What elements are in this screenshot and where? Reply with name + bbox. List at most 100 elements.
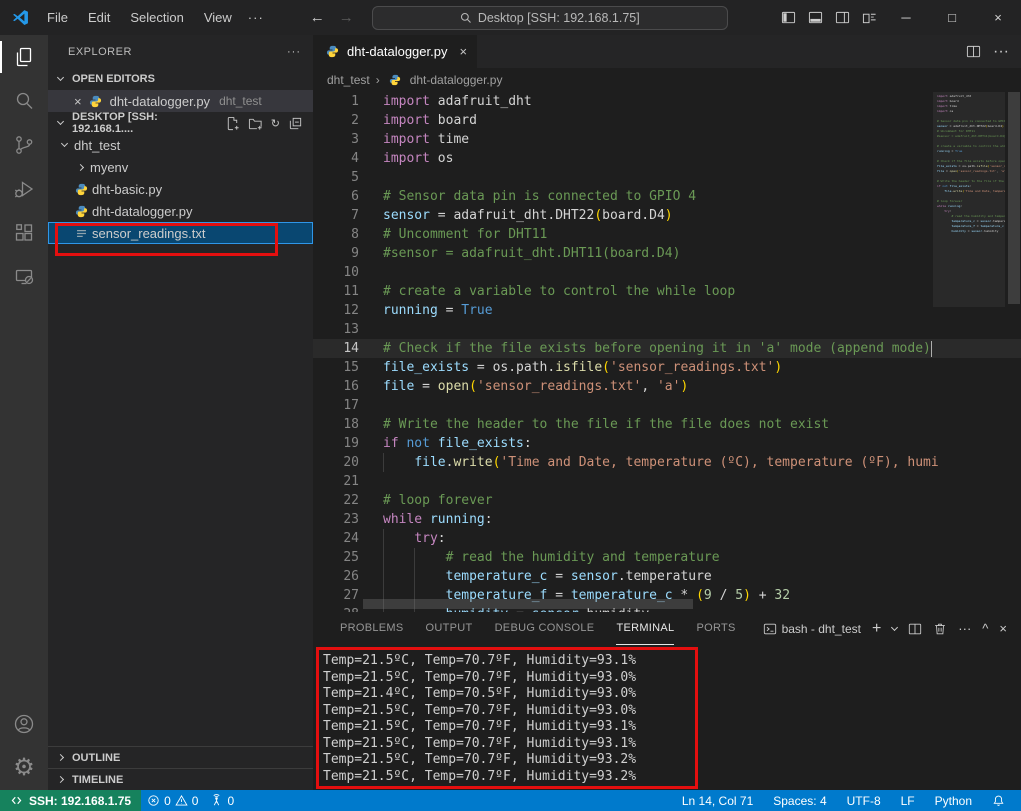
toggle-panel-icon[interactable] [802,0,829,35]
code-line-6[interactable]: 6# Sensor data pin is connected to GPIO … [313,187,1021,206]
timeline-section-header[interactable]: TIMELINE [48,768,313,790]
panel-tab-terminal[interactable]: TERMINAL [616,612,674,645]
tree-item-dht-datalogger.py[interactable]: dht-datalogger.py [48,200,313,222]
explorer-icon[interactable] [0,35,48,79]
code-line-4[interactable]: 4import os [313,149,1021,168]
code-line-14[interactable]: 14# Check if the file exists before open… [313,339,1021,358]
code-line-10[interactable]: 10 [313,263,1021,282]
breadcrumb-file[interactable]: dht-datalogger.py [410,73,503,87]
maximize-panel-icon[interactable]: ^ [982,621,988,636]
refresh-icon[interactable]: ↻ [271,116,280,131]
code-line-25[interactable]: 25 # read the humidity and temperature [313,548,1021,567]
settings-gear-icon[interactable]: ⚙ [0,746,48,790]
code-line-11[interactable]: 11# create a variable to control the whi… [313,282,1021,301]
tab-dht-datalogger[interactable]: dht-datalogger.py × [313,35,477,68]
code-line-21[interactable]: 21 [313,472,1021,491]
code-line-15[interactable]: 15file_exists = os.path.isfile('sensor_r… [313,358,1021,377]
collapse-all-icon[interactable] [288,116,303,131]
menu-view[interactable]: View [196,7,240,28]
code-line-18[interactable]: 18# Write the header to the file if the … [313,415,1021,434]
remote-explorer-icon[interactable] [0,255,48,299]
explorer-more-actions-icon[interactable]: ··· [287,46,301,58]
language-mode[interactable]: Python [929,790,978,811]
indentation[interactable]: Spaces: 4 [767,790,832,811]
tree-item-sensor_readings.txt[interactable]: sensor_readings.txt [48,222,313,244]
code-line-16[interactable]: 16file = open('sensor_readings.txt', 'a'… [313,377,1021,396]
code-line-20[interactable]: 20 file.write('Time and Date, temperatur… [313,453,1021,472]
problems-status[interactable]: 0 0 [141,790,204,811]
code-line-19[interactable]: 19if not file_exists: [313,434,1021,453]
panel-tab-ports[interactable]: PORTS [696,612,735,645]
kill-terminal-icon[interactable] [933,622,947,636]
minimap[interactable]: 1import adafruit_dht2import board3import… [933,94,1005,334]
extensions-icon[interactable] [0,211,48,255]
open-editors-header[interactable]: OPEN EDITORS [48,68,313,90]
account-icon[interactable] [0,702,48,746]
code-line-24[interactable]: 24 try: [313,529,1021,548]
terminal-output[interactable]: Temp=21.5ºC, Temp=70.7ºF, Humidity=93.1%… [313,645,1021,790]
panel-tab-output[interactable]: OUTPUT [426,612,473,645]
nav-back-button[interactable]: ← [310,9,325,26]
menu-file[interactable]: File [39,7,76,28]
terminal-instance[interactable]: bash - dht_test [763,622,861,636]
ports-status[interactable]: 0 [204,790,240,811]
new-terminal-icon[interactable]: + [872,620,881,638]
toggle-primary-sidebar-icon[interactable] [775,0,802,35]
maximize-button[interactable]: □ [929,0,975,35]
code-line-17[interactable]: 17 [313,396,1021,415]
command-center[interactable]: Desktop [SSH: 192.168.1.75] [372,6,728,30]
workspace-section-header[interactable]: DESKTOP [SSH: 192.168.1.... ↻ [48,112,313,134]
editor-more-actions-icon[interactable]: ··· [993,43,1009,61]
code-line-3[interactable]: 3import time [313,130,1021,149]
panel-tab-debug-console[interactable]: DEBUG CONSOLE [495,612,595,645]
source-control-icon[interactable] [0,123,48,167]
vertical-scrollbar[interactable] [1008,92,1020,304]
tab-close-icon[interactable]: × [459,44,467,59]
customize-layout-icon[interactable] [856,0,883,35]
code-editor[interactable]: 1import adafruit_dht2import board3import… [313,92,1021,612]
close-editor-icon[interactable]: × [74,94,82,109]
warning-count: 0 [192,794,199,808]
nav-forward-button[interactable]: → [339,9,354,26]
terminal-icon [763,622,777,636]
minimize-button[interactable]: ─ [883,0,929,35]
code-line-22[interactable]: 22# loop forever [313,491,1021,510]
code-line-9[interactable]: 9#sensor = adafruit_dht.DHT11(board.D4) [313,244,1021,263]
close-panel-icon[interactable]: × [999,621,1007,636]
code-line-13[interactable]: 13 [313,320,1021,339]
code-line-2[interactable]: 2import board [313,111,1021,130]
code-line-1[interactable]: 1import adafruit_dht [313,92,1021,111]
breadcrumb-folder[interactable]: dht_test [327,73,370,87]
tree-item-dht_test[interactable]: dht_test [48,134,313,156]
new-folder-icon[interactable] [248,116,263,131]
close-button[interactable]: × [975,0,1021,35]
tree-item-myenv[interactable]: myenv [48,156,313,178]
code-line-26[interactable]: 26 temperature_c = sensor.temperature [313,567,1021,586]
horizontal-scrollbar[interactable] [363,599,693,609]
menu-overflow-icon[interactable]: ··· [240,7,272,28]
code-line-7[interactable]: 7sensor = adafruit_dht.DHT22(board.D4) [313,206,1021,225]
split-editor-icon[interactable] [966,44,981,59]
notifications-bell-icon[interactable] [986,790,1011,811]
search-sidebar-icon[interactable] [0,79,48,123]
outline-section-header[interactable]: OUTLINE [48,746,313,768]
menu-edit[interactable]: Edit [80,7,118,28]
menu-selection[interactable]: Selection [122,7,191,28]
code-line-8[interactable]: 8# Uncomment for DHT11 [313,225,1021,244]
code-line-12[interactable]: 12running = True [313,301,1021,320]
run-debug-icon[interactable] [0,167,48,211]
remote-indicator[interactable]: SSH: 192.168.1.75 [0,790,141,811]
code-line-23[interactable]: 23while running: [313,510,1021,529]
open-editor-item[interactable]: × dht-datalogger.py dht_test [48,90,313,112]
panel-more-actions-icon[interactable]: ··· [958,621,971,636]
panel-tab-problems[interactable]: PROBLEMS [340,612,404,645]
eol-sequence[interactable]: LF [895,790,921,811]
tree-item-dht-basic.py[interactable]: dht-basic.py [48,178,313,200]
toggle-secondary-sidebar-icon[interactable] [829,0,856,35]
new-file-icon[interactable] [225,116,240,131]
cursor-position[interactable]: Ln 14, Col 71 [676,790,759,811]
split-terminal-icon[interactable] [908,622,922,636]
encoding[interactable]: UTF-8 [841,790,887,811]
code-line-5[interactable]: 5 [313,168,1021,187]
terminal-dropdown-icon[interactable] [892,628,897,630]
